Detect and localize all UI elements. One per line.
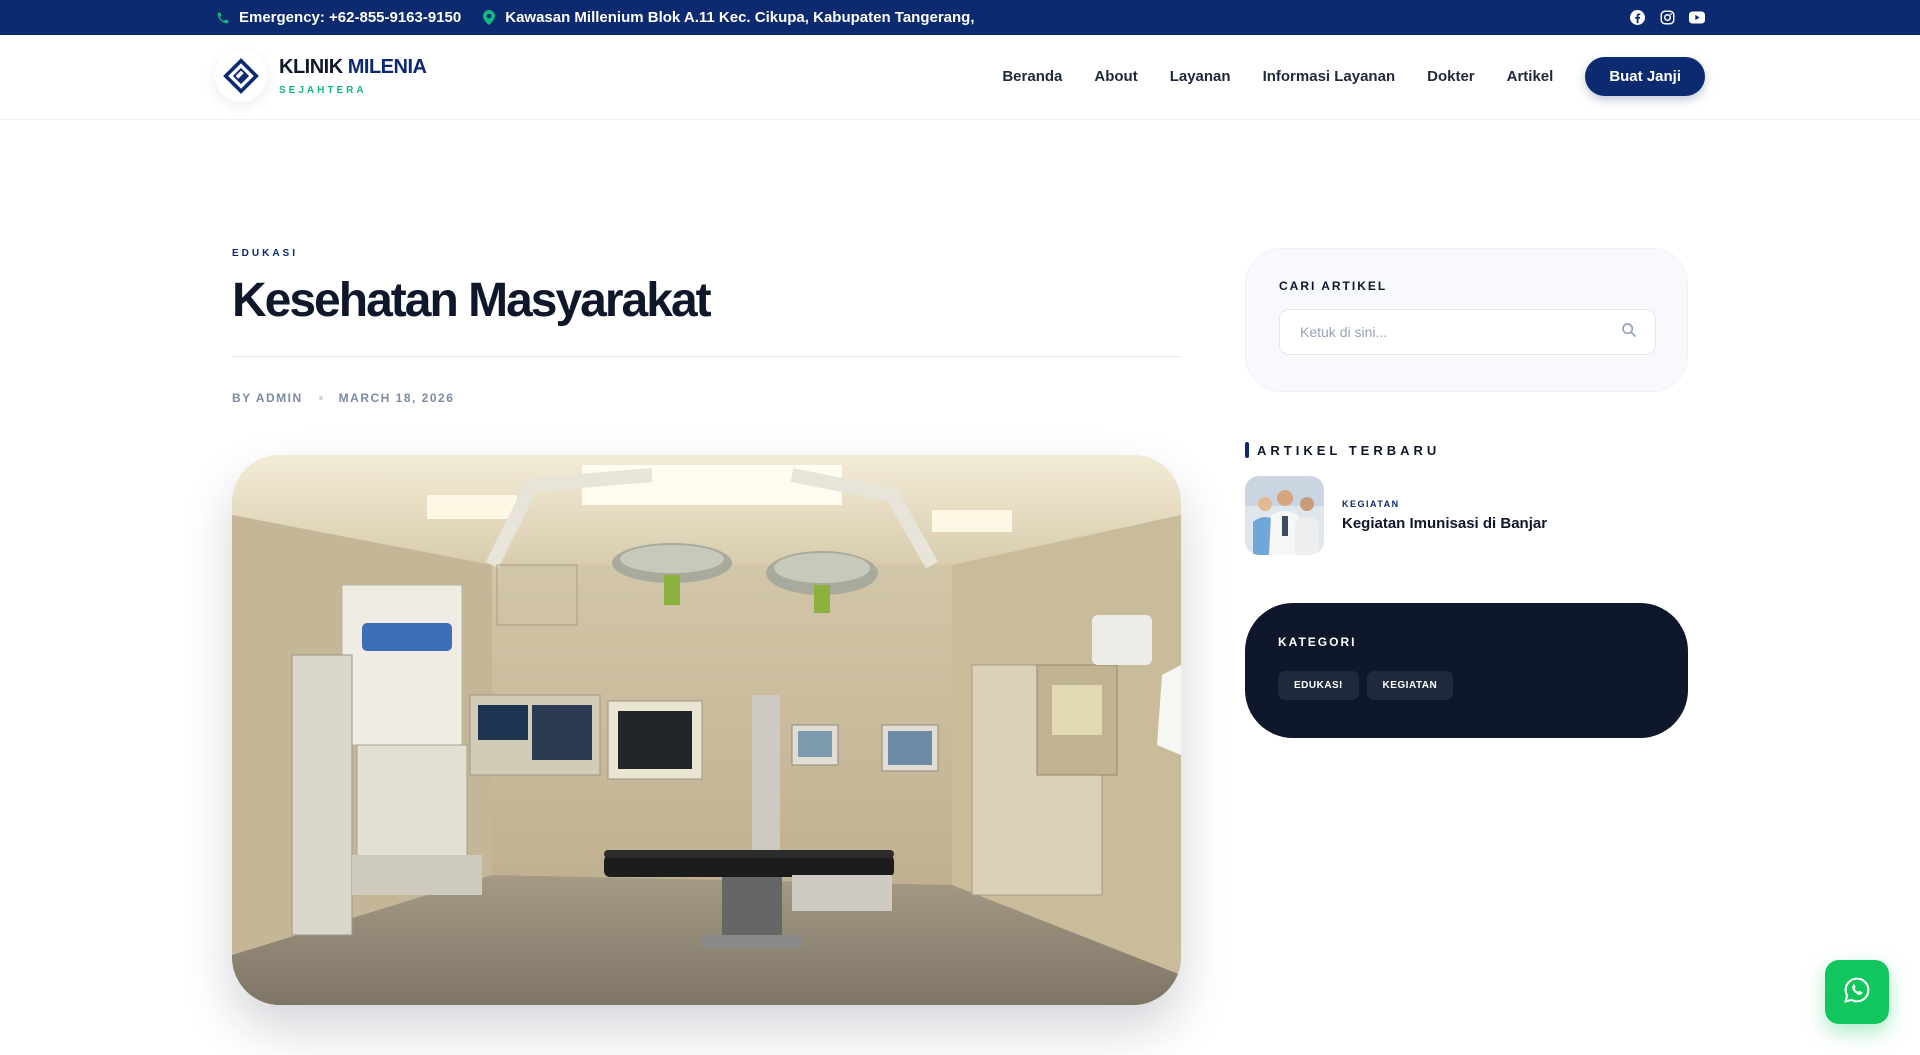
- emergency-contact[interactable]: Emergency: +62-855-9163-9150: [215, 9, 461, 26]
- title-divider: [232, 356, 1181, 357]
- category-chip-kegiatan[interactable]: KEGIATAN: [1366, 671, 1454, 700]
- diamond-logo-icon: [215, 50, 267, 102]
- recent-article-thumbnail[interactable]: [1245, 476, 1324, 555]
- nav-artikel[interactable]: Artikel: [1507, 68, 1554, 85]
- search-box[interactable]: [1279, 309, 1656, 355]
- nav-layanan[interactable]: Layanan: [1170, 68, 1231, 85]
- phone-icon: [215, 10, 231, 26]
- nav-about[interactable]: About: [1094, 68, 1137, 85]
- nav-dokter[interactable]: Dokter: [1427, 68, 1475, 85]
- nav-beranda[interactable]: Beranda: [1002, 68, 1062, 85]
- meta-separator: [318, 396, 323, 400]
- address-text: Kawasan Millenium Blok A.11 Kec. Cikupa,…: [505, 9, 975, 26]
- article-author: BY ADMIN: [232, 391, 303, 405]
- buat-janji-button[interactable]: Buat Janji: [1585, 57, 1705, 96]
- main-nav: Beranda About Layanan Informasi Layanan …: [1002, 57, 1705, 96]
- address-info: Kawasan Millenium Blok A.11 Kec. Cikupa,…: [481, 9, 975, 26]
- recent-article-item[interactable]: KEGIATAN Kegiatan Imunisasi di Banjar: [1245, 476, 1688, 555]
- instagram-icon[interactable]: [1659, 10, 1675, 26]
- article-hero-image: [232, 455, 1181, 1005]
- brand-name: KLINIK MILENIA: [279, 56, 427, 78]
- categories-heading: KATEGORI: [1278, 635, 1357, 649]
- search-icon[interactable]: [1621, 322, 1637, 343]
- category-chip-edukasi[interactable]: EDUKASI: [1278, 671, 1359, 700]
- site-header: KLINIK MILENIA SEJAHTERA Beranda About L…: [0, 35, 1920, 120]
- top-bar: Emergency: +62-855-9163-9150 Kawasan Mil…: [0, 0, 1920, 35]
- heading-accent-bar: [1245, 442, 1249, 458]
- facebook-icon[interactable]: [1629, 10, 1645, 26]
- categories-card: KATEGORI EDUKASI KEGIATAN: [1245, 603, 1688, 738]
- operating-room-illustration: [232, 455, 1181, 1005]
- recent-article-title[interactable]: Kegiatan Imunisasi di Banjar: [1342, 515, 1547, 532]
- brand-tagline: SEJAHTERA: [279, 85, 367, 96]
- map-pin-icon: [481, 10, 497, 26]
- search-card: CARI ARTIKEL: [1245, 248, 1688, 392]
- search-heading: CARI ARTIKEL: [1279, 279, 1388, 293]
- recent-articles-heading: ARTIKEL TERBARU: [1245, 442, 1688, 458]
- sidebar: CARI ARTIKEL ARTIKEL TERBARU: [1245, 248, 1688, 738]
- article-date: MARCH 18, 2026: [338, 391, 455, 405]
- whatsapp-icon: [1843, 976, 1871, 1009]
- article-main: EDUKASI Kesehatan Masyarakat BY ADMIN MA…: [232, 248, 1181, 1005]
- recent-article-category: KEGIATAN: [1342, 499, 1400, 509]
- nav-informasi-layanan[interactable]: Informasi Layanan: [1263, 68, 1396, 85]
- youtube-icon[interactable]: [1689, 10, 1705, 26]
- emergency-text: Emergency: +62-855-9163-9150: [239, 9, 462, 26]
- whatsapp-button[interactable]: [1825, 960, 1889, 1024]
- article-category[interactable]: EDUKASI: [232, 248, 1181, 259]
- article-title: Kesehatan Masyarakat: [232, 274, 712, 327]
- article-meta: BY ADMIN MARCH 18, 2026: [232, 391, 1181, 405]
- search-input[interactable]: [1300, 324, 1600, 340]
- site-logo[interactable]: KLINIK MILENIA SEJAHTERA: [215, 50, 427, 102]
